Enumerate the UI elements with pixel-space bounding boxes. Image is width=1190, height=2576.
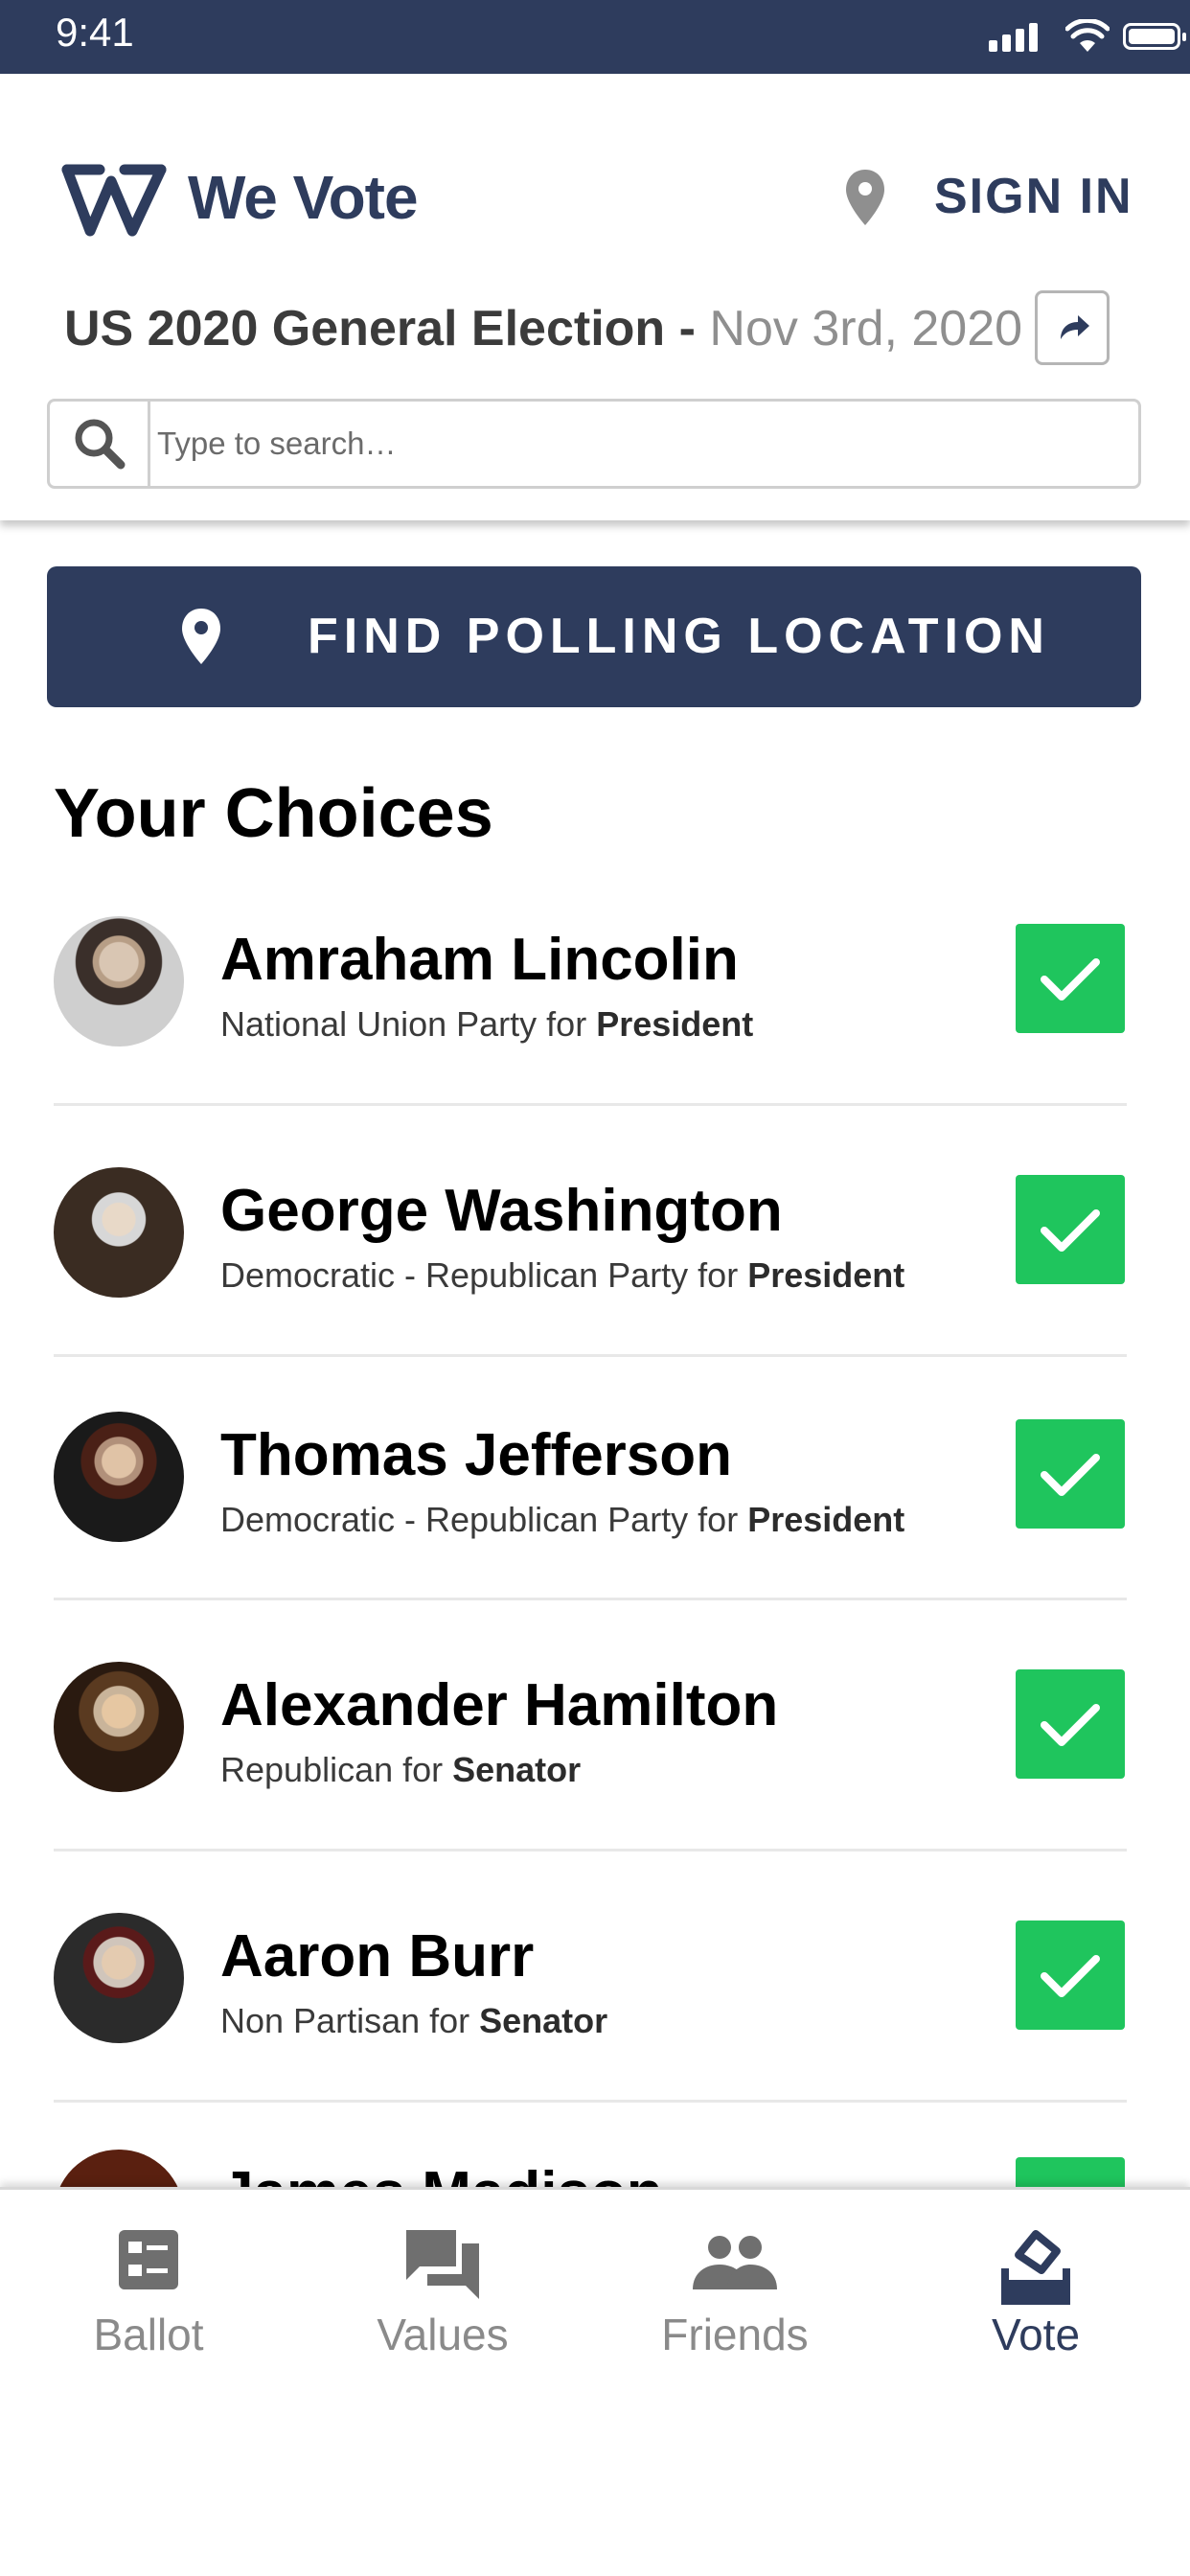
divider	[54, 2100, 1127, 2103]
status-time: 9:41	[56, 10, 134, 55]
election-name: US 2020 General Election	[64, 301, 666, 356]
tab-label: Friends	[661, 2310, 809, 2359]
search-icon	[75, 419, 126, 470]
election-title[interactable]: US 2020 General Election - Nov 3rd, 2020	[64, 300, 1022, 357]
divider	[54, 1354, 1127, 1357]
party-text: Republican for	[220, 1750, 453, 1789]
candidate-party: Non Partisan for Senator	[220, 2001, 607, 2041]
divider	[54, 1598, 1127, 1600]
status-bar: 9:41	[0, 0, 1190, 74]
tab-ballot[interactable]: Ballot	[34, 2190, 263, 2381]
checkmark-icon	[1041, 958, 1100, 1000]
candidate-name: Amraham Lincolin	[220, 927, 739, 993]
find-polling-label: FIND POLLING LOCATION	[308, 609, 1050, 664]
location-pin-icon[interactable]	[843, 168, 887, 227]
tab-label: Ballot	[93, 2310, 204, 2359]
office-text: Senator	[452, 1750, 582, 1789]
checkmark-icon	[1041, 1454, 1100, 1496]
election-date: Nov 3rd, 2020	[709, 301, 1023, 356]
avatar	[54, 916, 184, 1046]
your-choices-title: Your Choices	[54, 775, 493, 852]
signal-icon	[989, 40, 997, 52]
party-text: Democratic - Republican Party for	[220, 1500, 748, 1539]
brand-name: We Vote	[188, 163, 419, 232]
tab-vote[interactable]: Vote	[921, 2190, 1151, 2381]
candidate-party: Democratic - Republican Party for Presid…	[220, 1255, 904, 1296]
sign-in-button[interactable]: SIGN IN	[934, 168, 1133, 225]
list-item[interactable]: George Washington Democratic - Republica…	[54, 1167, 1127, 1418]
office-text: President	[747, 1255, 905, 1295]
office-text: President	[596, 1004, 754, 1044]
tab-friends[interactable]: Friends	[620, 2190, 850, 2381]
ballot-icon	[119, 2230, 178, 2289]
candidate-name: Alexander Hamilton	[220, 1672, 779, 1738]
office-text: President	[747, 1500, 905, 1539]
avatar	[54, 1167, 184, 1298]
list-item[interactable]: Aaron Burr Non Partisan for Senator	[54, 1913, 1127, 2164]
home-indicator-area	[0, 2383, 1190, 2576]
search-bar[interactable]	[47, 399, 1141, 489]
party-text: Democratic - Republican Party for	[220, 1255, 748, 1295]
candidate-party: Democratic - Republican Party for Presid…	[220, 1500, 904, 1540]
checkbox-checked[interactable]	[1016, 1419, 1125, 1529]
avatar	[54, 1913, 184, 2043]
list-item[interactable]: Amraham Lincolin National Union Party fo…	[54, 916, 1127, 1167]
checkmark-icon	[1041, 1209, 1100, 1252]
signal-bar	[1002, 34, 1011, 52]
wifi-icon	[1065, 19, 1110, 52]
checkbox-checked[interactable]	[1016, 1669, 1125, 1779]
divider	[54, 1849, 1127, 1852]
tab-label: Vote	[991, 2310, 1081, 2359]
people-icon	[693, 2236, 777, 2289]
office-text: Senator	[479, 2001, 608, 2040]
battery-icon	[1123, 23, 1186, 50]
tab-label: Values	[377, 2310, 509, 2359]
candidate-party: National Union Party for President	[220, 1004, 753, 1045]
app-header: We Vote SIGN IN US 2020 General Election…	[0, 74, 1190, 520]
candidate-name: Aaron Burr	[220, 1923, 535, 1990]
we-vote-logo-icon	[61, 164, 167, 237]
search-input[interactable]	[157, 402, 1134, 486]
election-separator: -	[665, 301, 710, 356]
divider	[54, 1103, 1127, 1106]
signal-bar	[1029, 23, 1038, 52]
status-icons	[960, 17, 1190, 59]
signal-bar	[1016, 29, 1024, 52]
tab-values[interactable]: Values	[328, 2190, 558, 2381]
share-button[interactable]	[1035, 290, 1110, 365]
find-polling-location-button[interactable]: FIND POLLING LOCATION	[47, 566, 1141, 707]
avatar	[54, 1412, 184, 1542]
search-icon-container[interactable]	[50, 402, 150, 486]
candidate-name: George Washington	[220, 1178, 783, 1244]
list-item[interactable]: Alexander Hamilton Republican for Senato…	[54, 1662, 1127, 1913]
party-text: Non Partisan for	[220, 2001, 480, 2040]
checkbox-checked[interactable]	[1016, 924, 1125, 1033]
ballot-box-icon	[1001, 2230, 1070, 2305]
candidate-name: Thomas Jefferson	[220, 1422, 733, 1488]
chat-bubbles-icon	[406, 2230, 479, 2299]
location-pin-icon	[182, 609, 220, 664]
checkbox-checked[interactable]	[1016, 1920, 1125, 2030]
list-item[interactable]: Thomas Jefferson Democratic - Republican…	[54, 1412, 1127, 1663]
avatar	[54, 1662, 184, 1792]
share-arrow-icon	[1061, 315, 1089, 339]
tab-bar: Ballot Values Friends Vote	[0, 2187, 1190, 2383]
checkmark-icon	[1041, 1704, 1100, 1746]
checkbox-checked[interactable]	[1016, 1175, 1125, 1284]
checkmark-icon	[1041, 1955, 1100, 1997]
party-text: National Union Party for	[220, 1004, 597, 1044]
candidate-party: Republican for Senator	[220, 1750, 581, 1790]
